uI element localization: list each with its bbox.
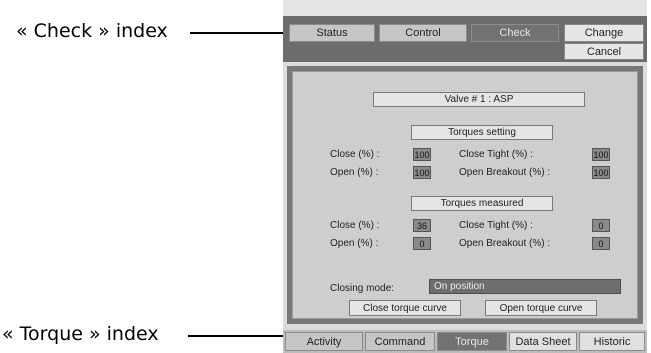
tab-torque[interactable]: Torque bbox=[437, 332, 507, 351]
tab-data-sheet[interactable]: Data Sheet bbox=[509, 332, 577, 351]
valve-title-field: Valve # 1 : ASP bbox=[373, 92, 585, 107]
check-panel: Valve # 1 : ASP Torques setting Close (%… bbox=[292, 71, 638, 319]
tab-historic[interactable]: Historic bbox=[579, 332, 645, 351]
setting-close-value: 100 bbox=[413, 148, 431, 161]
torques-setting-header: Torques setting bbox=[411, 125, 553, 140]
setting-close-tight-value: 100 bbox=[592, 148, 610, 161]
measured-close-value: 36 bbox=[413, 219, 431, 232]
tab-control[interactable]: Control bbox=[379, 24, 467, 42]
setting-open-breakout-value: 100 bbox=[592, 166, 610, 179]
measured-open-breakout-value: 0 bbox=[592, 237, 610, 250]
close-torque-curve-button[interactable]: Close torque curve bbox=[349, 300, 461, 316]
measured-open-label: Open (%) : bbox=[330, 238, 379, 249]
window-top-strip bbox=[283, 0, 647, 16]
tab-activity[interactable]: Activity bbox=[285, 332, 363, 351]
measured-open-value: 0 bbox=[413, 237, 431, 250]
measured-close-tight-value: 0 bbox=[592, 219, 610, 232]
tab-command[interactable]: Command bbox=[365, 332, 435, 351]
open-torque-curve-button[interactable]: Open torque curve bbox=[485, 300, 597, 316]
measured-open-breakout-label: Open Breakout (%) : bbox=[459, 238, 551, 249]
measured-close-label: Close (%) : bbox=[330, 220, 380, 231]
setting-close-label: Close (%) : bbox=[330, 149, 380, 160]
change-button[interactable]: Change bbox=[564, 24, 644, 42]
top-tab-bar: Status Control Check Change Cancel bbox=[283, 16, 647, 62]
setting-open-label: Open (%) : bbox=[330, 167, 379, 178]
setting-open-value: 100 bbox=[413, 166, 431, 179]
closing-mode-label: Closing mode: bbox=[330, 283, 394, 294]
valve-app-window: Status Control Check Change Cancel Valve… bbox=[283, 0, 647, 353]
tab-status[interactable]: Status bbox=[289, 24, 375, 42]
torques-measured-header: Torques measured bbox=[411, 196, 553, 211]
closing-mode-value: On position bbox=[429, 279, 621, 294]
check-panel-frame: Valve # 1 : ASP Torques setting Close (%… bbox=[287, 66, 643, 324]
bottom-tab-bar: Activity Command Torque Data Sheet Histo… bbox=[283, 330, 647, 353]
tab-check[interactable]: Check bbox=[471, 24, 559, 42]
torque-index-callout: « Torque » index bbox=[2, 323, 159, 345]
setting-close-tight-label: Close Tight (%) : bbox=[459, 149, 533, 160]
measured-close-tight-label: Close Tight (%) : bbox=[459, 220, 533, 231]
check-index-callout: « Check » index bbox=[16, 20, 168, 42]
cancel-button[interactable]: Cancel bbox=[564, 43, 644, 60]
setting-open-breakout-label: Open Breakout (%) : bbox=[459, 167, 551, 178]
